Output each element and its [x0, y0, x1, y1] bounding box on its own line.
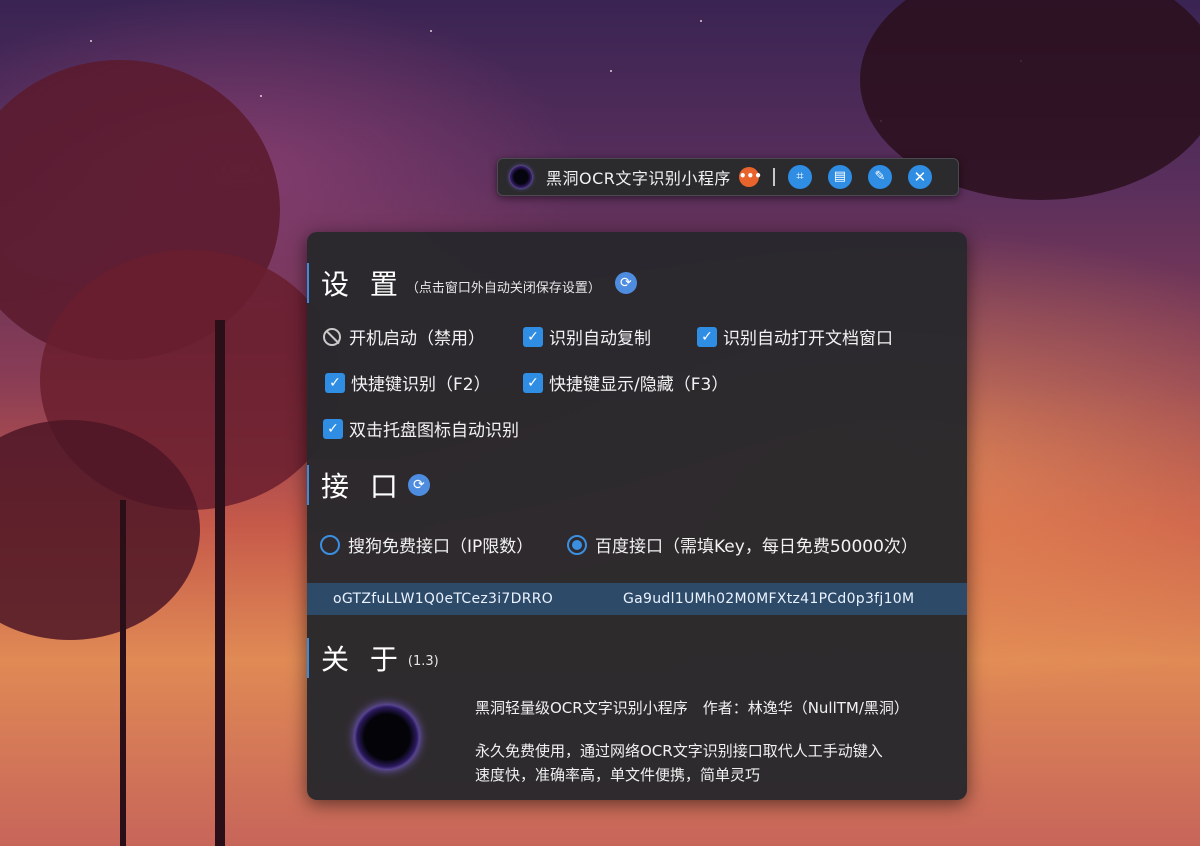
more-options-icon[interactable]: ••• — [738, 167, 762, 187]
hotkey-toggle-checkbox[interactable]: ✓ 快捷键显示/隐藏（F3） — [523, 370, 728, 395]
settings-panel: 设 置 （点击窗口外自动关闭保存设置） ⟳ 开机启动（禁用） ✓ 识别自动复制 … — [307, 232, 967, 800]
baidu-api-label: 百度接口（需填Key，每日免费50000次） — [595, 537, 918, 557]
settings-refresh-icon[interactable]: ⟳ — [614, 272, 637, 294]
radio-unselected-icon — [320, 534, 340, 555]
about-line-1: 黑洞轻量级OCR文字识别小程序 作者：林逸华（NullTM/黑洞） — [475, 699, 909, 717]
black-hole-logo-icon — [355, 705, 419, 769]
settings-title: 设 置 — [321, 268, 404, 301]
checkbox-checked-icon: ✓ — [697, 326, 717, 347]
baidu-api-radio[interactable]: 百度接口（需填Key，每日免费50000次） — [567, 532, 918, 557]
auto-open-doc-checkbox[interactable]: ✓ 识别自动打开文档窗口 — [697, 324, 893, 349]
api-refresh-icon[interactable]: ⟳ — [407, 474, 430, 496]
screenshot-capture-button[interactable]: ⌗ — [787, 165, 812, 189]
api-title: 接 口 — [321, 470, 404, 503]
sogou-api-radio[interactable]: 搜狗免费接口（IP限数） — [320, 532, 533, 557]
black-hole-logo-icon — [510, 166, 532, 188]
about-title: 关 于 — [321, 643, 404, 676]
auto-copy-label: 识别自动复制 — [549, 329, 651, 349]
hotkey-toggle-label: 快捷键显示/隐藏（F3） — [549, 375, 729, 395]
checkbox-checked-icon: ✓ — [523, 326, 543, 347]
close-button[interactable]: ✕ — [907, 165, 932, 189]
secret-key-field[interactable]: Ga9udl1UMh02M0MFXtz41PCd0p3fj10M — [623, 591, 914, 607]
api-section-header: 接 口 ⟳ — [307, 465, 430, 505]
document-button[interactable]: ▤ — [827, 165, 852, 189]
hotkey-recognize-label: 快捷键识别（F2） — [351, 375, 491, 395]
about-version: (1.3) — [407, 653, 439, 669]
settings-note: （点击窗口外自动关闭保存设置） — [405, 280, 601, 296]
settings-wrench-button[interactable]: ✎ — [867, 165, 892, 189]
settings-section-header: 设 置 （点击窗口外自动关闭保存设置） ⟳ — [307, 263, 637, 303]
autostart-option[interactable]: 开机启动（禁用） — [323, 324, 485, 349]
about-section-header: 关 于 (1.3) — [307, 638, 439, 678]
api-key-field[interactable]: oGTZfuLLW1Q0eTCez3i7DRRO — [333, 591, 623, 607]
api-key-bar: oGTZfuLLW1Q0eTCez3i7DRRO Ga9udl1UMh02M0M… — [307, 583, 967, 615]
auto-copy-checkbox[interactable]: ✓ 识别自动复制 — [523, 324, 651, 349]
radio-selected-icon — [567, 534, 587, 555]
tray-dblclick-checkbox[interactable]: ✓ 双击托盘图标自动识别 — [323, 416, 519, 441]
ocr-floating-toolbar[interactable]: 黑洞OCR文字识别小程序 ••• ⌗ ▤ ✎ ✕ — [497, 158, 959, 196]
toolbar-divider — [772, 168, 775, 186]
about-line-3: 速度快，准确率高，单文件便携，简单灵巧 — [475, 766, 761, 784]
disabled-icon — [323, 327, 341, 346]
auto-open-doc-label: 识别自动打开文档窗口 — [723, 329, 893, 349]
checkbox-checked-icon: ✓ — [323, 418, 343, 439]
about-line-2: 永久免费使用，通过网络OCR文字识别接口取代人工手动键入 — [475, 742, 883, 760]
app-title: 黑洞OCR文字识别小程序 — [546, 169, 731, 188]
tray-dblclick-label: 双击托盘图标自动识别 — [349, 421, 519, 441]
autostart-label: 开机启动（禁用） — [349, 329, 485, 349]
checkbox-checked-icon: ✓ — [325, 372, 345, 393]
hotkey-recognize-checkbox[interactable]: ✓ 快捷键识别（F2） — [325, 370, 491, 395]
sogou-api-label: 搜狗免费接口（IP限数） — [348, 537, 534, 557]
checkbox-checked-icon: ✓ — [523, 372, 543, 393]
